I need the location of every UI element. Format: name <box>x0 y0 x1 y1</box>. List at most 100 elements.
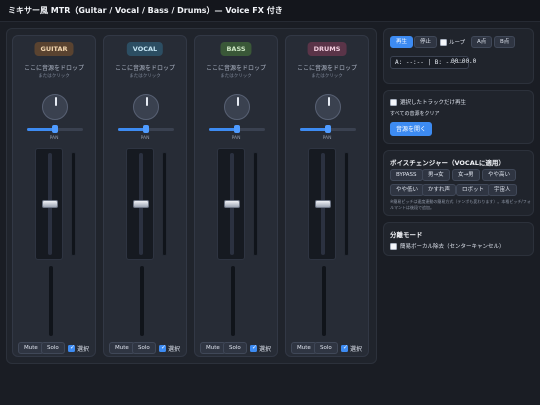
knob-pointer <box>328 97 330 106</box>
solo-button[interactable]: Solo <box>314 342 338 354</box>
knob-pointer <box>237 97 239 106</box>
drop-zone-label[interactable]: ここに音源をドロップ <box>195 63 277 72</box>
play-selected-checkbox[interactable] <box>390 99 397 106</box>
volume-knob[interactable] <box>315 94 341 120</box>
check-icon: ✓ <box>70 344 76 351</box>
fader-handle[interactable] <box>224 200 240 208</box>
vocal-remove-label: 簡易ボーカル除去（センターキャンセル） <box>400 244 505 250</box>
level-meter-secondary <box>231 266 235 336</box>
level-meter <box>71 152 76 256</box>
solo-button[interactable]: Solo <box>41 342 65 354</box>
fx-alien-button[interactable]: 宇宙人 <box>488 184 517 196</box>
drop-zone-sub-label[interactable]: またはクリック <box>195 73 277 79</box>
volume-fader[interactable] <box>308 148 336 260</box>
level-meter-secondary <box>322 266 326 336</box>
knob-pointer <box>55 97 57 106</box>
set-a-button[interactable]: A点 <box>471 36 493 48</box>
pan-slider-thumb[interactable] <box>325 125 331 133</box>
solo-button[interactable]: Solo <box>223 342 247 354</box>
select-checkbox[interactable]: ✓ <box>68 344 76 352</box>
fx-slightly-high-button[interactable]: やや高い <box>482 169 517 181</box>
select-checkbox[interactable]: ✓ <box>341 344 349 352</box>
fader-handle[interactable] <box>42 200 58 208</box>
volume-knob[interactable] <box>133 94 159 120</box>
knob-pointer <box>146 97 148 106</box>
channel-strip-bass: BASS ここに音源をドロップ またはクリック PAN Mute Solo ✓ … <box>194 35 278 357</box>
check-icon: ✓ <box>343 344 349 351</box>
select-checkbox[interactable]: ✓ <box>159 344 167 352</box>
fx-female-to-male-button[interactable]: 女→男 <box>452 169 480 181</box>
channel-strip-vocal: VOCAL ここに音源をドロップ またはクリック PAN Mute Solo ✓… <box>103 35 187 357</box>
mute-button[interactable]: Mute <box>291 342 317 354</box>
volume-fader[interactable] <box>35 148 63 260</box>
level-meter <box>253 152 258 256</box>
set-b-button[interactable]: B点 <box>494 36 516 48</box>
mute-button[interactable]: Mute <box>109 342 135 354</box>
check-icon: ✓ <box>252 344 258 351</box>
level-meter-secondary <box>49 266 53 336</box>
select-label: 選択 <box>259 346 272 353</box>
vocal-remove-checkbox[interactable] <box>390 243 397 250</box>
stop-button[interactable]: 停止 <box>414 36 438 48</box>
open-audio-button[interactable]: 音源を開く <box>390 122 433 136</box>
time-display: 00:00.0 <box>451 58 477 65</box>
channel-name-tag: VOCAL <box>126 42 164 56</box>
volume-fader[interactable] <box>217 148 245 260</box>
fx-slightly-low-button[interactable]: やや低い <box>390 184 425 196</box>
voice-changer-note: ※簡易ピッチは速度連動の簡易方式（テンポも変わります）。本格ピッチ/フォルマント… <box>390 199 531 210</box>
drop-zone-label[interactable]: ここに音源をドロップ <box>13 63 95 72</box>
pan-slider-fill <box>118 128 146 131</box>
pan-slider-thumb[interactable] <box>52 125 58 133</box>
channel-strip-drums: DRUMS ここに音源をドロップ またはクリック PAN Mute Solo ✓… <box>285 35 369 357</box>
separation-heading: 分離モード <box>390 231 423 239</box>
select-label: 選択 <box>77 346 90 353</box>
drop-zone-label[interactable]: ここに音源をドロップ <box>286 63 368 72</box>
title-bar: ミキサー風 MTR（Guitar / Vocal / Bass / Drums）… <box>0 0 540 22</box>
drop-zone-label[interactable]: ここに音源をドロップ <box>104 63 186 72</box>
level-meter <box>162 152 167 256</box>
volume-knob[interactable] <box>224 94 250 120</box>
voice-changer-panel: ボイスチェンジャー（VOCALに適用） BYPASS 男→女 女→男 やや高い … <box>383 150 534 216</box>
pan-slider-thumb[interactable] <box>143 125 149 133</box>
pan-label: PAN <box>322 136 332 141</box>
fader-handle[interactable] <box>315 200 331 208</box>
channel-strip-guitar: GUITAR ここに音源をドロップ またはクリック PAN Mute Solo … <box>12 35 96 357</box>
mute-button[interactable]: Mute <box>200 342 226 354</box>
pan-slider-thumb[interactable] <box>234 125 240 133</box>
selection-panel: 選択したトラックだけ再生 すべての音源をクリア 音源を開く <box>383 90 534 144</box>
select-label: 選択 <box>168 346 181 353</box>
loop-label: ループ <box>449 40 466 46</box>
pan-slider-fill <box>300 128 328 131</box>
play-selected-label: 選択したトラックだけ再生 <box>400 100 467 106</box>
loop-checkbox[interactable] <box>440 39 447 46</box>
pan-slider-fill <box>209 128 237 131</box>
drop-zone-sub-label[interactable]: またはクリック <box>13 73 95 79</box>
volume-fader[interactable] <box>126 148 154 260</box>
fx-bypass-button[interactable]: BYPASS <box>390 169 423 181</box>
fader-handle[interactable] <box>133 200 149 208</box>
channel-name-tag: BASS <box>220 42 252 56</box>
channel-name-tag: DRUMS <box>307 42 347 56</box>
fx-husky-button[interactable]: かすれ声 <box>422 184 457 196</box>
mixer-panel: GUITAR ここに音源をドロップ またはクリック PAN Mute Solo … <box>6 28 377 364</box>
pan-slider-fill <box>27 128 55 131</box>
play-button[interactable]: 再生 <box>390 36 414 48</box>
pan-label: PAN <box>231 136 241 141</box>
fx-male-to-female-button[interactable]: 男→女 <box>422 169 450 181</box>
clear-all-button[interactable]: すべての音源をクリア <box>390 110 439 117</box>
mute-button[interactable]: Mute <box>18 342 44 354</box>
level-meter <box>344 152 349 256</box>
channel-name-tag: GUITAR <box>34 42 74 56</box>
transport-panel: 再生 停止 ループ A点 B点 A: --:-- | B: --:-- 00:0… <box>383 28 534 84</box>
pan-label: PAN <box>140 136 150 141</box>
check-icon: ✓ <box>161 344 167 351</box>
separation-panel: 分離モード 簡易ボーカル除去（センターキャンセル） <box>383 222 534 256</box>
drop-zone-sub-label[interactable]: またはクリック <box>104 73 186 79</box>
drop-zone-sub-label[interactable]: またはクリック <box>286 73 368 79</box>
volume-knob[interactable] <box>42 94 68 120</box>
select-checkbox[interactable]: ✓ <box>250 344 258 352</box>
solo-button[interactable]: Solo <box>132 342 156 354</box>
fx-robot-button[interactable]: ロボット <box>456 184 491 196</box>
level-meter-secondary <box>140 266 144 336</box>
app-title: ミキサー風 MTR（Guitar / Vocal / Bass / Drums）… <box>8 6 283 15</box>
